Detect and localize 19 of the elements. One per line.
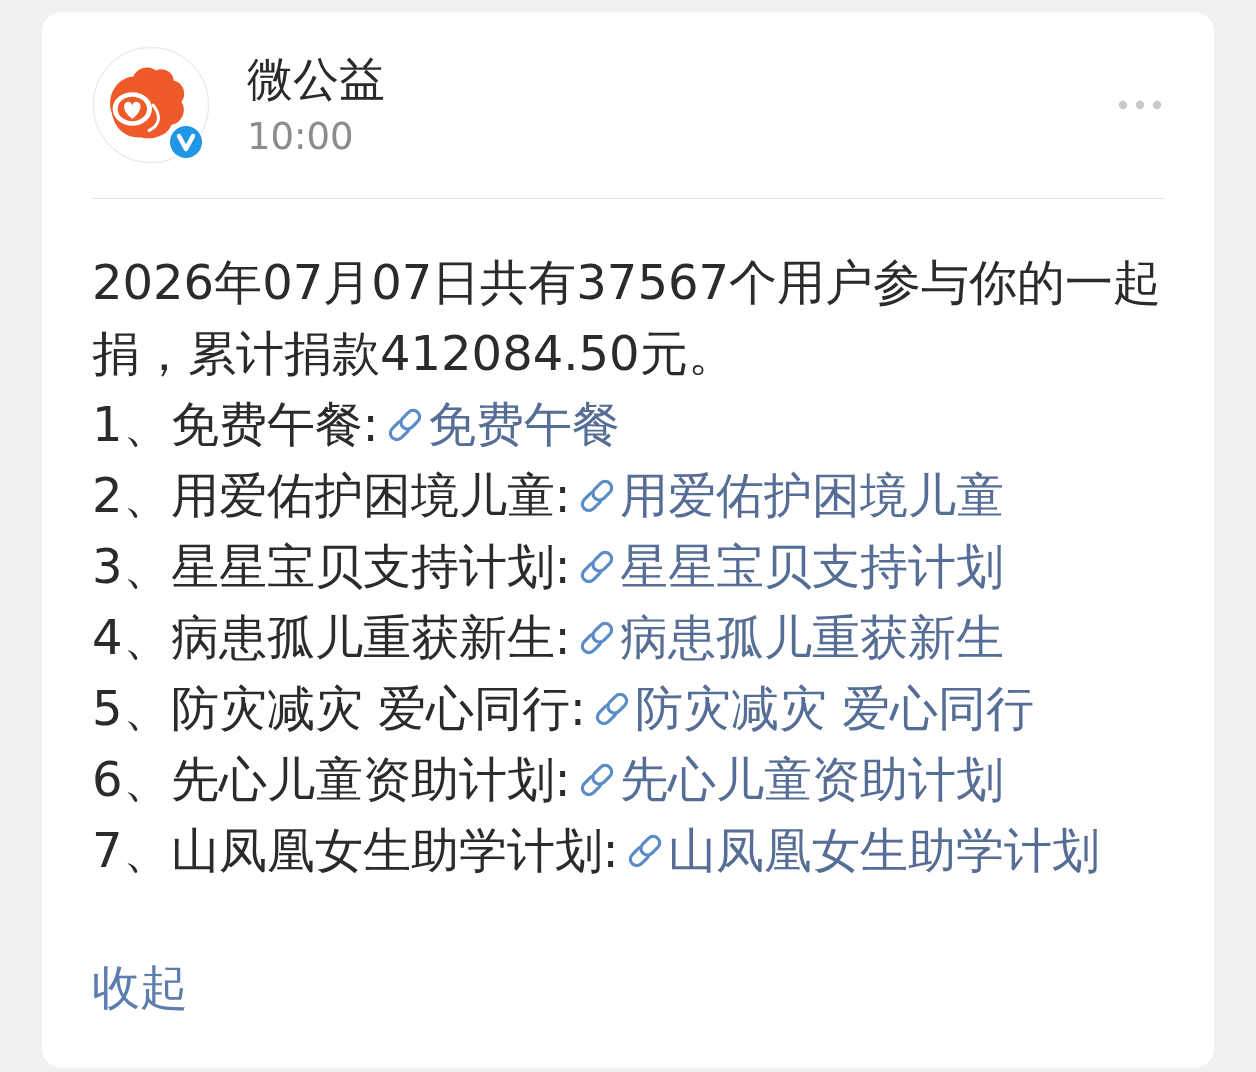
item-label: 6、先心儿童资助计划: — [92, 750, 571, 809]
project-link[interactable]: 防灾减灾 爱心同行 — [585, 673, 1035, 744]
project-link[interactable]: 星星宝贝支持计划 — [570, 531, 1004, 602]
item-label: 1、免费午餐: — [92, 395, 379, 454]
project-link[interactable]: 用爱佑护困境儿童 — [570, 460, 1004, 531]
item-label: 5、防灾减灾 爱心同行: — [92, 679, 586, 738]
item-label: 4、病患孤儿重获新生: — [92, 608, 571, 667]
project-link[interactable]: 山凤凰女生助学计划 — [618, 815, 1100, 886]
collapse-link[interactable]: 收起 — [92, 952, 188, 1023]
author-name: 微公益 — [247, 51, 386, 108]
item-label: 2、用爱佑护困境儿童: — [92, 466, 571, 525]
project-link[interactable]: 免费午餐 — [378, 389, 620, 460]
summary-text: 2026年07月07日共有37567个用户参与你的一起捐，累计捐款412084.50元。 — [92, 253, 1162, 383]
item-label: 3、星星宝贝支持计划: — [92, 537, 571, 596]
heart-cloud-avatar-icon[interactable] — [92, 46, 210, 164]
item-label: 7、山凤凰女生助学计划: — [92, 821, 619, 880]
project-link[interactable]: 先心儿童资助计划 — [570, 744, 1004, 815]
project-link[interactable]: 病患孤儿重获新生 — [570, 602, 1004, 673]
post-time: 10:00 — [247, 114, 355, 160]
